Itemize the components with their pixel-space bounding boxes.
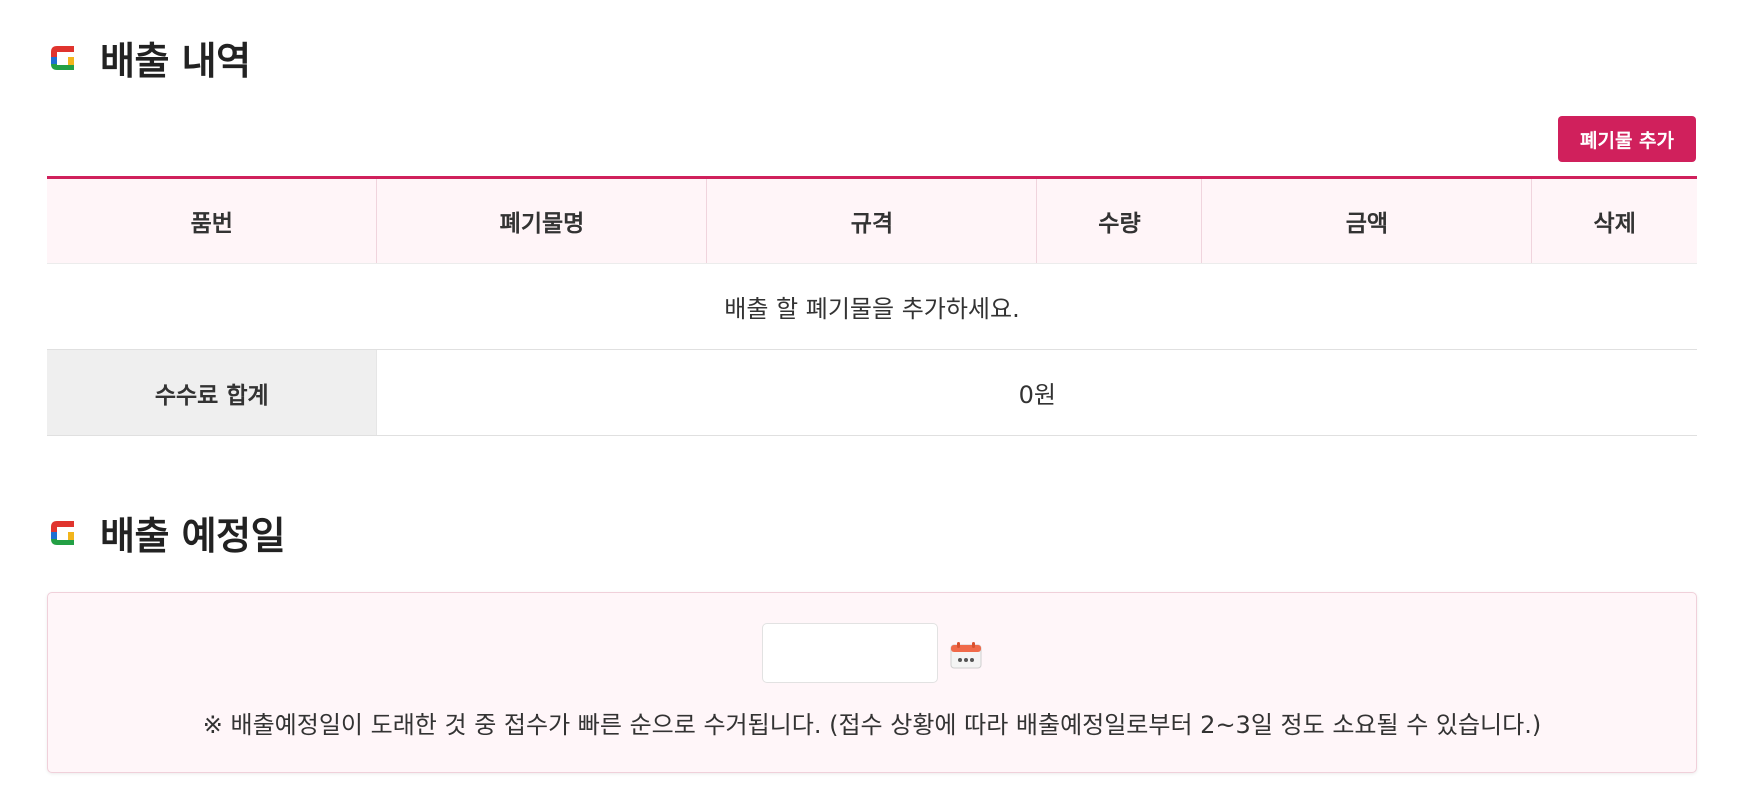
section-heading: 배출 내역 [100,39,251,83]
section-title-discharge-history: 배출 내역 [48,30,251,85]
waste-table: 품번 폐기물명 규격 수량 금액 삭제 배출 할 폐기물을 추가하세요. 수수료… [47,176,1697,436]
add-waste-button[interactable]: 폐기물 추가 [1558,116,1696,162]
fee-total-label: 수수료 합계 [47,349,377,436]
schedule-note: ※ 배출예정일이 도래한 것 중 접수가 빠른 순으로 수거됩니다. (접수 상… [202,711,1542,739]
date-input[interactable] [762,623,938,683]
section-title-schedule: 배출 예정일 [48,505,286,560]
logo-icon [51,45,74,70]
empty-message: 배출 할 폐기물을 추가하세요. [47,263,1697,350]
column-header-waste-name: 폐기물명 [376,177,708,264]
fee-total-value: 0원 [376,349,1697,436]
column-header-quantity: 수량 [1036,177,1203,264]
schedule-date-panel: ※ 배출예정일이 도래한 것 중 접수가 빠른 순으로 수거됩니다. (접수 상… [47,592,1697,773]
column-header-spec: 규격 [706,177,1038,264]
column-header-delete: 삭제 [1531,177,1697,264]
table-row: 배출 할 폐기물을 추가하세요. [47,263,1697,350]
column-header-amount: 금액 [1201,177,1533,264]
logo-icon [51,520,74,545]
section-heading: 배출 예정일 [100,514,286,558]
page: 배출 내역 폐기물 추가 품번 폐기물명 규격 수량 금액 삭제 배출 할 폐기… [0,0,1744,798]
calendar-icon[interactable] [950,641,982,669]
fee-total-row: 수수료 합계 0원 [47,349,1697,436]
table-header-row: 품번 폐기물명 규격 수량 금액 삭제 [47,177,1697,264]
column-header-item-no: 품번 [47,177,378,264]
